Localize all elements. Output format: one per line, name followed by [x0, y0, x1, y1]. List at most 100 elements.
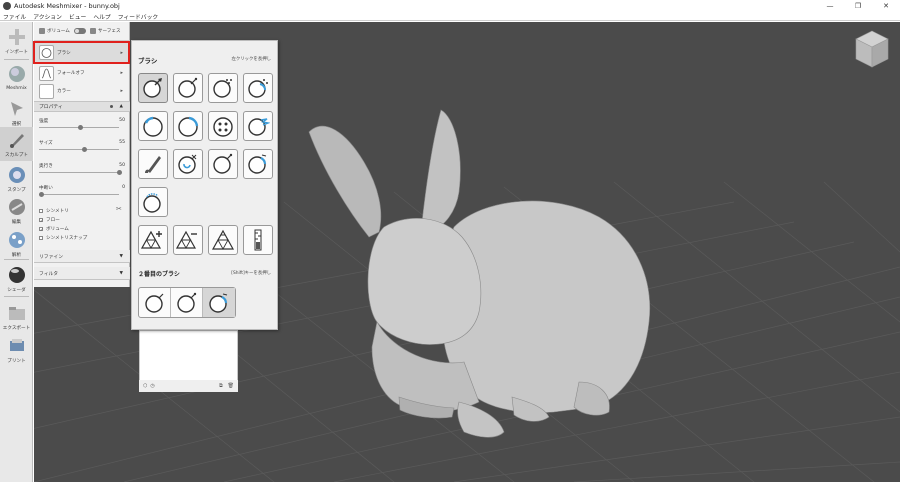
brush-shrink-smooth-icon — [213, 153, 233, 174]
brush-zipper-button[interactable] — [243, 149, 273, 179]
checkbox-label: フロー — [46, 218, 60, 223]
brush-drag-button[interactable] — [138, 73, 168, 103]
sculpt-brush-icon — [7, 130, 27, 150]
tool-shader[interactable]: シェーダ — [0, 262, 33, 296]
tool-export[interactable]: エクスポート — [0, 300, 33, 334]
tool-label: スカルプト — [5, 153, 28, 158]
strength-slider[interactable]: 強度 50 — [39, 118, 125, 132]
brush-attract-button[interactable] — [138, 187, 168, 217]
zipper-tool-button[interactable] — [243, 225, 273, 255]
adaptive-triangles-icon — [211, 229, 235, 250]
brush-bubble-button[interactable] — [208, 111, 238, 141]
tool-sculpt[interactable]: スカルプト — [0, 127, 33, 161]
reduce-brush-button[interactable] — [173, 225, 203, 255]
refine-brush-button[interactable] — [138, 225, 168, 255]
tool-label: 編集 — [11, 220, 22, 225]
depth-slider[interactable]: 奥行き 50 — [39, 163, 125, 177]
brush-draw-icon — [178, 77, 198, 98]
tool-select[interactable]: 選択 — [0, 96, 33, 130]
checkbox-label: ボリューム — [46, 227, 69, 232]
secondary-brush-smooth-button[interactable] — [139, 288, 171, 317]
mode-toggle-switch[interactable] — [73, 28, 86, 34]
slider-label: サイズ — [39, 141, 53, 146]
brush-pinch-button[interactable] — [173, 111, 203, 141]
properties-header[interactable]: プロパティ ▲ — [34, 101, 130, 112]
tool-print[interactable]: プリント — [0, 333, 33, 367]
tool-label: 解析 — [11, 253, 22, 258]
secondary-brush-hint: [Shift]キーを長押し — [231, 271, 271, 276]
volume-icon — [39, 28, 45, 34]
size-slider[interactable]: サイズ 55 — [39, 140, 125, 154]
maximize-button[interactable]: ❐ — [844, 0, 872, 12]
menu-help[interactable]: ヘルプ — [90, 12, 114, 21]
secondary-brush-shrink-button[interactable] — [171, 288, 203, 317]
tool-analysis[interactable]: 解析 — [0, 227, 33, 261]
left-toolbar: インポート Meshmix 選択 スカルプト スタンプ 編集 解析 シェーダ エ… — [0, 22, 33, 482]
cube-icon[interactable]: ⬡ — [143, 383, 147, 389]
close-button[interactable]: ✕ — [872, 0, 900, 12]
refine-label: リファイン — [39, 254, 63, 260]
checkbox-box[interactable] — [39, 209, 43, 213]
slider-value: 50 — [119, 118, 125, 123]
symmetry-tool-icon[interactable]: ✂ — [116, 205, 122, 213]
tool-meshmix[interactable]: Meshmix — [0, 61, 33, 95]
brush-paint-button[interactable] — [138, 149, 168, 179]
settings-dot-icon[interactable] — [110, 105, 113, 108]
duplicate-icon[interactable]: ⧉ — [219, 383, 223, 389]
brush-draw-button[interactable] — [173, 73, 203, 103]
flow-checkbox[interactable]: ✓ フロー — [39, 216, 60, 224]
secondary-shrink-icon — [176, 292, 196, 313]
menu-feedback[interactable]: フィードバック — [115, 12, 162, 21]
symmetry-checkbox[interactable]: シンメトリ — [39, 207, 69, 215]
mode-toggle-row: ボリューム サーフェス — [34, 22, 130, 41]
chevron-right-icon: ▸ — [120, 49, 123, 56]
falloff-selector-row[interactable]: フォールオフ ▸ — [34, 64, 130, 82]
clock-icon[interactable]: ◷ — [150, 383, 154, 389]
menu-file[interactable]: ファイル — [0, 12, 30, 21]
slider-thumb[interactable] — [78, 125, 83, 130]
slider-thumb[interactable] — [81, 147, 87, 152]
tool-stamp[interactable]: スタンプ — [0, 162, 33, 196]
filter-label: フィルタ — [39, 271, 59, 277]
brush-inflate-button[interactable] — [138, 111, 168, 141]
checkbox-box[interactable]: ✓ — [39, 218, 43, 223]
brush-robust-smooth-button[interactable] — [173, 149, 203, 179]
menu-view[interactable]: ビュー — [66, 12, 90, 21]
lazy-slider[interactable]: 中断い 0 — [39, 185, 125, 199]
slider-thumb[interactable] — [39, 192, 44, 197]
slider-value: 55 — [119, 140, 125, 145]
secondary-brush-zipper-button[interactable] — [203, 288, 235, 317]
minimize-button[interactable]: — — [816, 0, 844, 12]
view-cube-icon[interactable] — [854, 29, 890, 69]
color-selector-row[interactable]: カラー ▸ — [34, 82, 130, 100]
refine-section[interactable]: リファイン ▼ — [34, 250, 130, 263]
checkbox-box[interactable] — [39, 236, 43, 240]
mode-volume-label: ボリューム — [47, 29, 70, 34]
symmetry-snap-checkbox[interactable]: シンメトリスナップ — [39, 234, 87, 242]
volume-checkbox[interactable]: ✓ ボリューム — [39, 225, 69, 233]
trash-icon[interactable]: 🗑 — [228, 383, 234, 389]
checkbox-box[interactable]: ✓ — [39, 227, 43, 232]
adaptive-brush-button[interactable] — [208, 225, 238, 255]
tool-label: インポート — [5, 50, 28, 55]
tool-label: スタンプ — [7, 188, 26, 193]
tool-edit[interactable]: 編集 — [0, 194, 33, 228]
slider-track[interactable] — [39, 194, 119, 195]
color-swatch — [39, 83, 54, 99]
brush-flatten-button[interactable] — [243, 73, 273, 103]
brush-shrink-smooth-button[interactable] — [208, 149, 238, 179]
brush-spikes-button[interactable] — [243, 111, 273, 141]
slider-value: 50 — [119, 163, 125, 168]
slider-thumb[interactable] — [117, 170, 122, 175]
brush-draw2-button[interactable] — [208, 73, 238, 103]
filter-section[interactable]: フィルタ ▼ — [34, 267, 130, 280]
slider-track[interactable] — [39, 172, 119, 173]
menu-action[interactable]: アクション — [30, 12, 66, 21]
bunny-model[interactable] — [308, 109, 651, 438]
tool-label: エクスポート — [2, 326, 31, 331]
reduce-triangles-icon — [176, 230, 197, 249]
brush-selector-row[interactable]: ブラシ ▸ — [34, 41, 130, 64]
tool-import[interactable]: インポート — [0, 24, 33, 58]
print-icon — [7, 336, 27, 356]
slider-track[interactable] — [39, 149, 119, 150]
